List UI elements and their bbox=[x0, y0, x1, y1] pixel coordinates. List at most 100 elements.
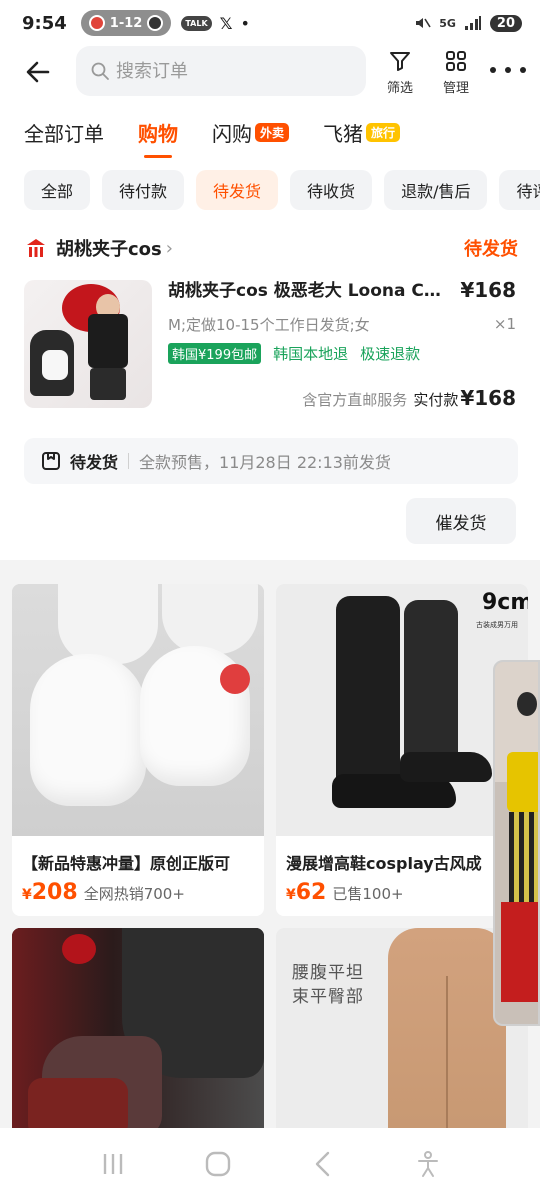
shop-row[interactable]: 胡桃夹子cos › 待发货 bbox=[24, 234, 518, 262]
recent-apps-button[interactable] bbox=[88, 1139, 138, 1189]
recommendation-card[interactable]: 【新品特惠冲量】原创正版可 ¥ 208 全网热销700+ bbox=[12, 584, 264, 916]
paid-label: 实付款 bbox=[413, 391, 459, 409]
filter-chip-pending-shipment[interactable]: 待发货 bbox=[196, 170, 279, 210]
ad-caption-line-1: 腰腹平坦 bbox=[292, 963, 364, 983]
devil-sticker-icon bbox=[220, 664, 250, 694]
paw-leg-left bbox=[58, 584, 158, 664]
product-image-model-legs bbox=[90, 368, 126, 400]
paw-boot-left bbox=[30, 654, 146, 806]
order-search-box[interactable] bbox=[76, 46, 366, 96]
travel-badge: 旅行 bbox=[366, 122, 401, 142]
more-dot-icon bbox=[505, 67, 511, 73]
more-notifications-dot: • bbox=[240, 13, 250, 33]
tab-flash-purchase[interactable]: 闪购 外卖 bbox=[212, 116, 290, 148]
boot-left bbox=[336, 596, 400, 786]
filter-funnel-icon bbox=[390, 52, 410, 71]
product-title[interactable]: 胡桃夹子cos 极恶老大 Loona Cosplay bbox=[168, 280, 450, 302]
product-image[interactable] bbox=[24, 280, 152, 408]
shipping-status-bar[interactable]: 待发货 全款预售，11月28日 22:13前发货 bbox=[24, 438, 518, 484]
recommendation-title: 【新品特惠冲量】原创正版可 bbox=[22, 854, 231, 873]
local-return-tag: 韩国本地退 bbox=[273, 345, 349, 363]
recommendation-title: 漫展增高鞋cosplay古风成 bbox=[286, 854, 482, 873]
recommendation-price-row: ¥ 62 已售100+ bbox=[276, 880, 528, 905]
heel-height-label: 9cm bbox=[482, 590, 528, 615]
status-bar: 9:54 1-12 TALK 𝕏 • 5G 20 bbox=[0, 0, 540, 46]
shipping-service-note: 含官方直邮服务 bbox=[302, 391, 408, 409]
status-time: 9:54 bbox=[22, 12, 67, 34]
tab-fliggy[interactable]: 飞猪 旅行 bbox=[323, 116, 401, 148]
recommendation-sales: 全网热销700+ bbox=[83, 885, 185, 903]
recommendation-card[interactable]: 9cm 古装成男万用 漫展增高鞋cosplay古风成 ¥ 62 已售100+ bbox=[276, 584, 528, 916]
header: 筛选 管理 bbox=[0, 44, 540, 100]
battery-indicator: 20 bbox=[489, 14, 522, 32]
tab-shopping[interactable]: 购物 bbox=[138, 116, 178, 158]
manage-grid-icon bbox=[446, 51, 466, 71]
signal-icon bbox=[464, 16, 481, 30]
package-icon bbox=[42, 452, 60, 470]
network-type-label: 5G bbox=[439, 16, 456, 30]
status-notification-pill: 1-12 bbox=[80, 10, 172, 36]
payment-row: 含官方直邮服务 实付款 ¥168 bbox=[302, 386, 516, 410]
recommendation-card[interactable] bbox=[12, 928, 264, 1128]
recommendation-sales: 已售100+ bbox=[332, 885, 404, 903]
back-arrow-icon bbox=[26, 61, 50, 83]
tab-all-orders[interactable]: 全部订单 bbox=[24, 116, 104, 148]
filter-chip-pending-receipt[interactable]: 待收货 bbox=[290, 170, 373, 210]
product-image-character-detail bbox=[42, 350, 68, 380]
recommendation-image bbox=[12, 928, 264, 1128]
rose-decoration bbox=[62, 934, 96, 964]
filter-chip-all[interactable]: 全部 bbox=[24, 170, 91, 210]
shapewear-seam bbox=[446, 976, 448, 1128]
home-button[interactable] bbox=[193, 1139, 243, 1189]
chevron-right-icon: › bbox=[165, 237, 173, 259]
shoe-sole bbox=[28, 1078, 128, 1128]
boot-right-sole bbox=[400, 752, 492, 782]
order-search-input[interactable] bbox=[116, 60, 336, 82]
accessibility-icon bbox=[417, 1151, 438, 1177]
recommendation-image: 腰腹平坦 束平臀部 bbox=[276, 928, 528, 1128]
filter-chip-pending-payment[interactable]: 待付款 bbox=[102, 170, 185, 210]
takeout-badge: 外卖 bbox=[255, 122, 290, 142]
tab-label: 飞猪 bbox=[323, 121, 364, 146]
app-notification-icon-2 bbox=[147, 15, 164, 31]
manage-button[interactable]: 管理 bbox=[431, 48, 481, 96]
floating-video-preview[interactable] bbox=[493, 660, 540, 1026]
tab-label: 闪购 bbox=[212, 121, 252, 146]
recommendation-image: 9cm 古装成男万用 bbox=[276, 584, 528, 836]
price-symbol: ¥ bbox=[286, 887, 296, 903]
home-icon bbox=[205, 1151, 230, 1177]
more-dot-icon bbox=[490, 67, 496, 73]
filter-label: 筛选 bbox=[386, 81, 413, 96]
recommendation-feed: 【新品特惠冲量】原创正版可 ¥ 208 全网热销700+ 9cm 古装成男万用 … bbox=[0, 560, 540, 1128]
back-nav-button[interactable] bbox=[298, 1139, 348, 1189]
product-price: ¥168 bbox=[460, 278, 516, 302]
paid-amount: ¥168 bbox=[460, 386, 516, 410]
video-person-head bbox=[517, 692, 537, 716]
system-navigation-bar bbox=[0, 1128, 540, 1200]
recommendation-price: 208 bbox=[31, 880, 78, 905]
recommendation-image bbox=[12, 584, 264, 836]
product-spec: M;定做10-15个工作日发货;女 bbox=[168, 316, 370, 334]
video-person-top bbox=[507, 752, 538, 812]
more-options-button[interactable] bbox=[490, 62, 526, 78]
boot-right bbox=[404, 600, 458, 760]
free-shipping-tag: 韩国¥199包邮 bbox=[168, 343, 262, 364]
category-tabs: 全部订单 购物 闪购 外卖 飞猪 旅行 bbox=[24, 116, 434, 158]
ad-caption-line-2: 束平臀部 bbox=[292, 987, 364, 1007]
recent-apps-icon bbox=[103, 1154, 122, 1174]
recommendation-price-row: ¥ 208 全网热销700+ bbox=[12, 880, 264, 905]
filter-chip-pending-review[interactable]: 待评价 bbox=[499, 170, 540, 210]
urge-shipment-button[interactable]: 催发货 bbox=[406, 498, 516, 544]
x-app-icon: 𝕏 bbox=[219, 13, 233, 33]
product-quantity: ×1 bbox=[493, 315, 516, 333]
recommendation-card[interactable]: 腰腹平坦 束平臀部 bbox=[276, 928, 528, 1128]
filter-chip-refund[interactable]: 退款/售后 bbox=[384, 170, 488, 210]
pill-text: 1-12 bbox=[109, 15, 143, 31]
more-dot-icon bbox=[520, 67, 526, 73]
mute-icon bbox=[416, 18, 431, 28]
accessibility-button[interactable] bbox=[403, 1139, 453, 1189]
product-image-model-body bbox=[88, 314, 128, 368]
back-button[interactable] bbox=[22, 56, 54, 88]
divider bbox=[128, 453, 130, 469]
filter-button[interactable]: 筛选 bbox=[375, 48, 425, 96]
